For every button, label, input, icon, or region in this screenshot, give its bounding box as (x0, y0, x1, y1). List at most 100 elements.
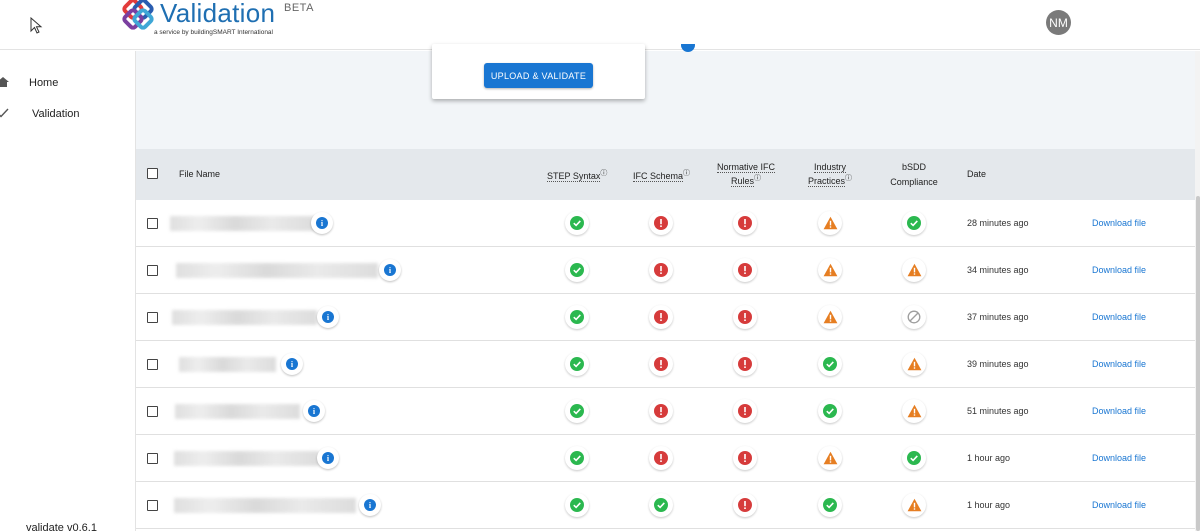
error-icon (654, 404, 668, 418)
status-bsdd[interactable] (902, 352, 926, 376)
table-row[interactable]: i 37 minutes ago Download file (136, 294, 1195, 341)
file-info-button[interactable]: i (303, 400, 325, 422)
column-header-label: Rules (730, 176, 754, 187)
table-row[interactable]: i 1 hour ago Download file (136, 435, 1195, 482)
status-bsdd[interactable] (902, 305, 926, 329)
download-file-link[interactable]: Download file (1092, 265, 1146, 275)
status-industry[interactable] (818, 446, 842, 470)
status-bsdd[interactable] (902, 258, 926, 282)
column-header-label: Practices (807, 176, 845, 187)
column-header-file-name[interactable]: File Name (179, 168, 220, 180)
check-circle-icon (570, 216, 584, 230)
file-info-button[interactable]: i (359, 494, 381, 516)
check-circle-icon (907, 216, 921, 230)
status-schema[interactable] (649, 493, 673, 517)
column-header-normative-ifc-rules[interactable]: Normative IFC Rulesⓘ (714, 161, 778, 187)
status-step[interactable] (565, 211, 589, 235)
table-row[interactable]: i 1 hour ago Download file (136, 482, 1195, 529)
download-file-link[interactable]: Download file (1092, 312, 1146, 322)
file-info-button[interactable]: i (317, 306, 339, 328)
status-bsdd[interactable] (902, 493, 926, 517)
check-circle-icon (823, 357, 837, 371)
sidebar-item-home[interactable]: Home (0, 71, 136, 95)
file-name-redacted (170, 216, 315, 231)
status-bsdd[interactable] (902, 399, 926, 423)
status-industry[interactable] (818, 305, 842, 329)
row-checkbox[interactable] (147, 406, 158, 417)
app-title[interactable]: Validation (160, 0, 275, 29)
check-circle-icon (654, 498, 668, 512)
status-step[interactable] (565, 305, 589, 329)
file-info-button[interactable]: i (311, 212, 333, 234)
column-header-date[interactable]: Date (967, 168, 986, 180)
status-schema[interactable] (649, 399, 673, 423)
status-normative[interactable] (733, 305, 757, 329)
info-icon: i (322, 311, 334, 323)
info-circle-icon: ⓘ (683, 170, 691, 177)
status-schema[interactable] (649, 258, 673, 282)
row-date: 1 hour ago (967, 453, 1011, 463)
table-row[interactable]: i 39 minutes ago Download file (136, 341, 1195, 388)
download-file-link[interactable]: Download file (1092, 453, 1146, 463)
status-normative[interactable] (733, 446, 757, 470)
column-header-ifc-schema[interactable]: IFC Schemaⓘ (633, 168, 690, 182)
status-industry[interactable] (818, 258, 842, 282)
status-industry[interactable] (818, 352, 842, 376)
upload-validate-button[interactable]: UPLOAD & VALIDATE (484, 63, 593, 88)
status-industry[interactable] (818, 211, 842, 235)
user-avatar[interactable]: NM (1046, 10, 1071, 35)
scrollbar-thumb[interactable] (1196, 196, 1200, 531)
check-circle-icon (570, 310, 584, 324)
table-row[interactable]: i 34 minutes ago Download file (136, 247, 1195, 294)
row-checkbox[interactable] (147, 359, 158, 370)
status-bsdd[interactable] (902, 446, 926, 470)
status-industry[interactable] (818, 493, 842, 517)
column-header-bsdd-compliance[interactable]: bSDD Compliance (884, 161, 944, 188)
sidebar-item-validation[interactable]: Validation (0, 102, 136, 126)
select-all-checkbox[interactable] (147, 168, 158, 179)
status-industry[interactable] (818, 399, 842, 423)
not-applicable-icon (907, 310, 921, 324)
row-checkbox[interactable] (147, 218, 158, 229)
status-schema[interactable] (649, 446, 673, 470)
status-normative[interactable] (733, 493, 757, 517)
status-normative[interactable] (733, 399, 757, 423)
error-icon (738, 498, 752, 512)
status-schema[interactable] (649, 305, 673, 329)
column-header-industry-practices[interactable]: Industry Practicesⓘ (799, 161, 861, 187)
error-icon (654, 216, 668, 230)
status-step[interactable] (565, 493, 589, 517)
status-schema[interactable] (649, 352, 673, 376)
status-normative[interactable] (733, 352, 757, 376)
check-circle-icon (570, 263, 584, 277)
file-info-button[interactable]: i (317, 447, 339, 469)
row-checkbox[interactable] (147, 312, 158, 323)
status-step[interactable] (565, 446, 589, 470)
status-schema[interactable] (649, 211, 673, 235)
download-file-link[interactable]: Download file (1092, 406, 1146, 416)
row-checkbox[interactable] (147, 453, 158, 464)
row-checkbox[interactable] (147, 500, 158, 511)
status-bsdd[interactable] (902, 211, 926, 235)
info-icon: i (364, 499, 376, 511)
status-step[interactable] (565, 399, 589, 423)
file-info-button[interactable]: i (281, 353, 303, 375)
info-icon: i (316, 217, 328, 229)
warning-icon (823, 263, 837, 277)
download-file-link[interactable]: Download file (1092, 359, 1146, 369)
status-step[interactable] (565, 258, 589, 282)
status-step[interactable] (565, 352, 589, 376)
file-name-redacted (172, 310, 317, 325)
status-normative[interactable] (733, 211, 757, 235)
column-header-label: IFC Schema (633, 171, 684, 182)
download-file-link[interactable]: Download file (1092, 218, 1146, 228)
status-normative[interactable] (733, 258, 757, 282)
table-row[interactable]: i 28 minutes ago Download file (136, 200, 1195, 247)
warning-icon (823, 216, 837, 230)
row-checkbox[interactable] (147, 265, 158, 276)
column-header-step-syntax[interactable]: STEP Syntaxⓘ (547, 168, 607, 182)
file-name-redacted (176, 263, 378, 278)
file-info-button[interactable]: i (379, 259, 401, 281)
table-row[interactable]: i 51 minutes ago Download file (136, 388, 1195, 435)
download-file-link[interactable]: Download file (1092, 500, 1146, 510)
